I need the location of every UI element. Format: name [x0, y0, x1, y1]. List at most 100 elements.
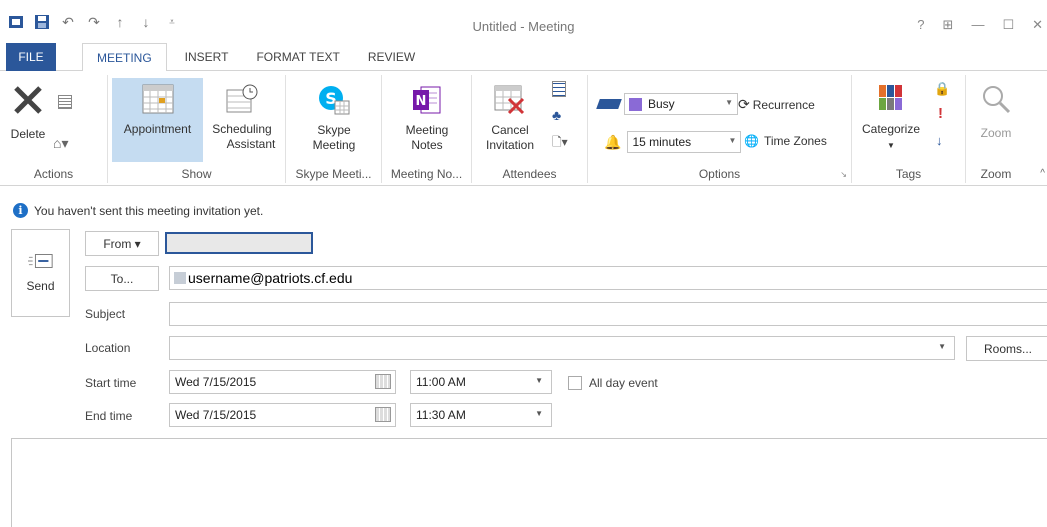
all-day-checkbox[interactable]	[568, 376, 582, 390]
send-label: Send	[26, 279, 55, 293]
tab-file[interactable]: FILE	[6, 43, 56, 71]
end-date-value: Wed 7/15/2015	[175, 408, 257, 422]
meeting-notes-label-1: Meeting	[405, 123, 449, 137]
start-date-input[interactable]: Wed 7/15/2015	[169, 370, 396, 394]
chevron-down-icon: ▼	[887, 141, 895, 150]
tab-review[interactable]: REVIEW	[354, 43, 429, 71]
cancel-invitation-icon	[494, 85, 525, 115]
help-icon[interactable]: ?	[917, 17, 924, 33]
time-zones-label: Time Zones	[763, 134, 827, 148]
private-lock-icon[interactable]: 🔒	[934, 81, 950, 97]
appointment-button[interactable]: Appointment	[112, 78, 203, 162]
chevron-down-icon: ▼	[728, 136, 737, 145]
group-label-options: Options	[698, 167, 741, 181]
tab-meeting[interactable]: MEETING	[82, 43, 167, 72]
send-envelope-icon	[27, 254, 53, 268]
end-time-label: End time	[85, 409, 133, 423]
subject-label: Subject	[85, 307, 126, 321]
categorize-icon	[879, 85, 902, 110]
skype-meeting-button[interactable]: S Skype Meeting	[292, 78, 376, 153]
delete-x-icon	[14, 86, 42, 114]
rooms-button[interactable]: Rooms...	[966, 336, 1047, 361]
location-input[interactable]: ▼	[169, 336, 955, 360]
chevron-down-icon: ▼	[535, 376, 543, 385]
tab-insert[interactable]: INSERT	[171, 43, 243, 71]
start-time-label: Start time	[85, 376, 137, 390]
minimize-icon[interactable]: —	[971, 17, 984, 33]
time-zones-button[interactable]: 🌐 Time Zones	[744, 134, 827, 148]
chevron-down-icon: ▼	[725, 98, 733, 107]
forward-dropdown-icon[interactable]: ⌂▾	[53, 135, 68, 152]
reminder-row: 🔔 15 minutes ▼	[604, 131, 742, 153]
response-options-icon[interactable]: 🗋▾	[552, 133, 568, 154]
globe-icon: 🌐	[744, 134, 759, 148]
ribbon-display-icon[interactable]: ⊞	[943, 17, 954, 33]
start-time-select[interactable]: 11:00 AM ▼	[410, 370, 552, 394]
group-skype: S Skype Meeting Skype Meeti...	[286, 75, 382, 183]
address-book-icon[interactable]	[552, 81, 566, 97]
ignore-icon[interactable]	[58, 95, 72, 109]
zoom-button[interactable]: Zoom	[970, 78, 1022, 141]
subject-input[interactable]	[169, 302, 1047, 326]
collapse-ribbon-icon[interactable]: ^	[1040, 168, 1045, 179]
send-button[interactable]: Send	[11, 229, 70, 317]
group-label-actions: Actions	[33, 167, 74, 181]
end-time-value: 11:30 AM	[416, 408, 466, 422]
scheduling-clock-icon	[226, 84, 258, 113]
start-date-value: Wed 7/15/2015	[175, 375, 257, 389]
maximize-icon[interactable]: ☐	[1002, 17, 1014, 33]
recurrence-icon: ⟳	[738, 96, 750, 112]
show-as-icon	[596, 99, 622, 109]
delete-button[interactable]: Delete	[4, 79, 52, 142]
scheduling-assistant-button[interactable]: Scheduling Assistant	[204, 78, 280, 152]
show-as-value: Busy	[648, 97, 675, 111]
group-meeting-notes: N Meeting Notes Meeting No...	[382, 75, 472, 183]
meeting-notes-button[interactable]: N Meeting Notes	[388, 78, 466, 153]
ribbon: Delete ⌂▾ Actions Appointment Scheduling…	[0, 71, 1047, 186]
end-time-select[interactable]: 11:30 AM ▼	[410, 403, 552, 427]
svg-text:N: N	[416, 94, 427, 109]
categorize-button[interactable]: Categorize ▼	[856, 78, 926, 153]
scheduling-label-2: Assistant	[226, 137, 276, 151]
zoom-label: Zoom	[980, 126, 1012, 140]
close-icon[interactable]: ✕	[1032, 17, 1043, 33]
delete-label: Delete	[10, 127, 46, 141]
from-field[interactable]	[165, 232, 313, 254]
appointment-label: Appointment	[123, 122, 192, 136]
low-importance-icon[interactable]: ↓	[936, 133, 943, 148]
tab-format-text[interactable]: FORMAT TEXT	[242, 43, 353, 71]
group-label-meeting-notes: Meeting No...	[390, 167, 463, 181]
from-button[interactable]: From ▾	[85, 231, 159, 256]
group-label-tags: Tags	[895, 167, 922, 181]
window-controls: ? ⊞ — ☐ ✕	[917, 17, 1043, 33]
group-zoom: Zoom Zoom	[966, 75, 1026, 183]
group-label-skype: Skype Meeti...	[295, 167, 372, 181]
recurrence-button[interactable]: ⟳ Recurrence	[738, 96, 815, 113]
calendar-picker-icon[interactable]	[375, 374, 391, 389]
busy-swatch-icon	[629, 97, 642, 111]
high-importance-icon[interactable]: !	[938, 105, 943, 122]
message-body[interactable]	[11, 438, 1047, 527]
info-text: You haven't sent this meeting invitation…	[34, 203, 264, 218]
reminder-dropdown[interactable]: 15 minutes ▼	[627, 131, 742, 153]
info-icon: i	[13, 203, 28, 218]
magnifier-icon	[983, 86, 1011, 114]
check-names-icon[interactable]: ♣	[552, 107, 561, 123]
group-label-zoom: Zoom	[980, 167, 1012, 181]
skype-label-2: Meeting	[312, 138, 356, 152]
cancel-label-2: Invitation	[485, 138, 535, 152]
to-button[interactable]: To...	[85, 266, 159, 291]
calendar-icon	[142, 84, 173, 114]
group-attendees: Cancel Invitation ♣ 🗋▾ Attendees	[472, 75, 588, 183]
title-bar: ↶ ↷ ↑ ↓ ⩡ Untitled - Meeting ? ⊞ — ☐ ✕	[0, 0, 1047, 40]
calendar-picker-icon[interactable]	[375, 407, 391, 422]
end-date-input[interactable]: Wed 7/15/2015	[169, 403, 396, 427]
chevron-down-icon[interactable]: ▼	[938, 342, 946, 351]
cancel-label-1: Cancel	[491, 123, 529, 137]
recipient-square-icon	[174, 272, 186, 284]
show-as-dropdown[interactable]: Busy ▼	[624, 93, 738, 115]
meeting-notes-label-2: Notes	[411, 138, 443, 152]
group-show: Appointment Scheduling Assistant Show	[108, 75, 286, 183]
cancel-invitation-button[interactable]: Cancel Invitation	[478, 78, 542, 153]
to-field[interactable]: username@patriots.cf.edu	[169, 266, 1047, 290]
